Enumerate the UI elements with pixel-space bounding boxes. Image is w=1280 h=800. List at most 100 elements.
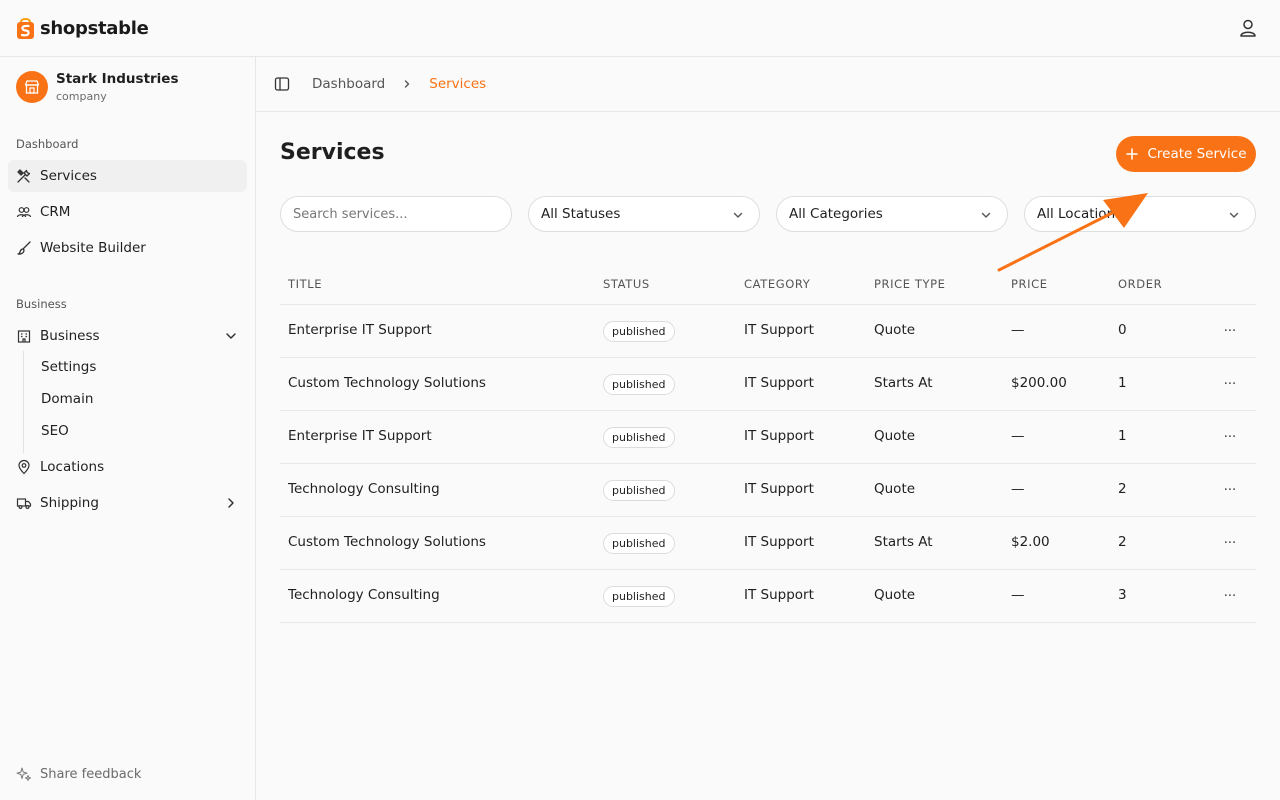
service-category: IT Support — [744, 587, 814, 603]
building-icon — [16, 328, 32, 344]
section-label-dashboard: Dashboard — [16, 137, 79, 151]
category-filter-value: All Categories — [789, 206, 883, 222]
sidebar-item-label: Locations — [40, 459, 105, 475]
status-badge: published — [603, 586, 675, 607]
brand-name: shopstable — [40, 17, 149, 39]
status-badge: published — [603, 480, 675, 501]
sidebar-subitem-domain[interactable]: Domain — [33, 385, 233, 413]
category-filter-select[interactable]: All Categories — [776, 196, 1008, 232]
tools-icon — [16, 168, 32, 184]
service-title[interactable]: Custom Technology Solutions — [288, 375, 486, 391]
service-title[interactable]: Custom Technology Solutions — [288, 534, 486, 550]
sidebar-item-website-builder[interactable]: Website Builder — [8, 232, 247, 264]
row-actions-more-icon[interactable]: ··· — [1222, 533, 1238, 553]
plus-icon — [1126, 148, 1139, 160]
share-feedback-label: Share feedback — [40, 766, 142, 782]
chevron-right-icon[interactable] — [223, 495, 239, 511]
service-price-type: Starts At — [874, 534, 933, 550]
chevron-down-icon[interactable] — [223, 328, 239, 344]
section-label-business: Business — [16, 297, 67, 311]
sidebar-subitem-settings[interactable]: Settings — [33, 353, 233, 381]
location-filter-value: All Locations — [1037, 206, 1123, 222]
service-category: IT Support — [744, 375, 814, 391]
submenu-divider — [23, 351, 24, 453]
brand-logo[interactable]: shopstable — [16, 16, 149, 40]
service-price-type: Quote — [874, 428, 916, 444]
sidebar-item-label: CRM — [40, 204, 71, 220]
service-price: — — [1011, 481, 1025, 497]
create-service-button[interactable]: Create Service — [1116, 136, 1256, 172]
service-price-type: Quote — [874, 587, 916, 603]
org-switcher[interactable]: Stark Industries company — [16, 71, 179, 103]
sidebar-subitem-seo[interactable]: SEO — [33, 417, 233, 445]
service-order: 1 — [1118, 428, 1127, 444]
table-row[interactable]: Technology Consulting published IT Support… — [280, 570, 1256, 623]
top-bar: shopstable — [0, 0, 1280, 57]
service-price: — — [1011, 322, 1025, 338]
sidebar-item-label: Business — [40, 328, 100, 344]
org-name: Stark Industries — [56, 71, 179, 87]
breadcrumb-dashboard[interactable]: Dashboard — [312, 76, 385, 92]
shopping-bag-icon — [17, 18, 34, 39]
table-header: TITLE STATUS CATEGORY PRICE TYPE PRICE O… — [280, 262, 1256, 305]
status-badge: published — [603, 321, 675, 342]
table-row[interactable]: Enterprise IT Support published IT Support… — [280, 411, 1256, 464]
service-order: 2 — [1118, 481, 1127, 497]
column-header-price[interactable]: PRICE — [1011, 277, 1048, 291]
service-price: $2.00 — [1011, 534, 1050, 550]
column-header-price-type[interactable]: PRICE TYPE — [874, 277, 946, 291]
sidebar-item-locations[interactable]: Locations — [8, 451, 247, 483]
service-category: IT Support — [744, 534, 814, 550]
column-header-order[interactable]: ORDER — [1118, 277, 1162, 291]
truck-icon — [16, 495, 32, 511]
status-filter-value: All Statuses — [541, 206, 621, 222]
location-filter-select[interactable]: All Locations — [1024, 196, 1256, 232]
sidebar-item-crm[interactable]: CRM — [8, 196, 247, 228]
service-title[interactable]: Technology Consulting — [288, 481, 440, 497]
service-price-type: Quote — [874, 322, 916, 338]
table-row[interactable]: Technology Consulting published IT Support… — [280, 464, 1256, 517]
row-actions-more-icon[interactable]: ··· — [1222, 374, 1238, 394]
status-badge: published — [603, 427, 675, 448]
column-header-status[interactable]: STATUS — [603, 277, 650, 291]
status-badge: published — [603, 533, 675, 554]
page-title: Services — [280, 140, 385, 165]
sidebar-item-business[interactable]: Business — [8, 320, 247, 352]
user-icon[interactable] — [1238, 18, 1258, 38]
sidebar-item-shipping[interactable]: Shipping — [8, 487, 247, 519]
status-badge: published — [603, 374, 675, 395]
service-price: — — [1011, 428, 1025, 444]
org-type: company — [56, 90, 107, 103]
table-row[interactable]: Enterprise IT Support published IT Support… — [280, 305, 1256, 358]
sidebar-toggle-icon[interactable] — [274, 76, 290, 92]
org-avatar — [16, 71, 48, 103]
services-table: TITLE STATUS CATEGORY PRICE TYPE PRICE O… — [280, 262, 1256, 623]
column-header-title[interactable]: TITLE — [288, 277, 322, 291]
service-title[interactable]: Enterprise IT Support — [288, 428, 432, 444]
sidebar-item-services[interactable]: Services — [8, 160, 247, 192]
service-title[interactable]: Enterprise IT Support — [288, 322, 432, 338]
search-input[interactable] — [280, 196, 512, 232]
sidebar-item-label: Shipping — [40, 495, 99, 511]
row-actions-more-icon[interactable]: ··· — [1222, 586, 1238, 606]
service-title[interactable]: Technology Consulting — [288, 587, 440, 603]
table-row[interactable]: Custom Technology Solutions published IT S… — [280, 358, 1256, 411]
sidebar-item-label: Website Builder — [40, 240, 146, 256]
row-actions-more-icon[interactable]: ··· — [1222, 480, 1238, 500]
service-price-type: Quote — [874, 481, 916, 497]
service-category: IT Support — [744, 428, 814, 444]
row-actions-more-icon[interactable]: ··· — [1222, 427, 1238, 447]
table-row[interactable]: Custom Technology Solutions published IT S… — [280, 517, 1256, 570]
table-body: Enterprise IT Support published IT Support… — [280, 305, 1256, 623]
chevron-down-icon — [981, 212, 991, 218]
row-actions-more-icon[interactable]: ··· — [1222, 321, 1238, 341]
chevron-down-icon — [733, 212, 743, 218]
service-category: IT Support — [744, 322, 814, 338]
users-icon — [16, 204, 32, 220]
share-feedback-link[interactable]: Share feedback — [16, 766, 141, 782]
status-filter-select[interactable]: All Statuses — [528, 196, 760, 232]
column-header-category[interactable]: CATEGORY — [744, 277, 810, 291]
create-service-label: Create Service — [1147, 146, 1247, 162]
service-order: 2 — [1118, 534, 1127, 550]
service-order: 3 — [1118, 587, 1127, 603]
